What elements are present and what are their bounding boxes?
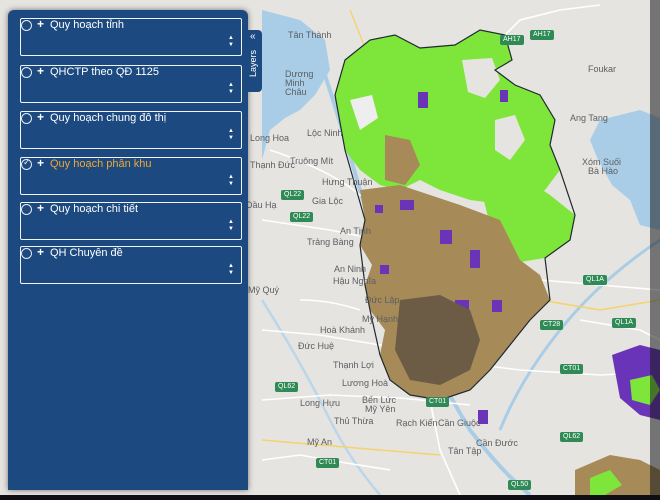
road-badge: QL62: [275, 382, 299, 392]
map-label: Ang Tang: [570, 113, 608, 123]
map-label: Hoà Khánh: [320, 325, 366, 335]
map-label: Foukar: [588, 64, 617, 74]
opacity-stepper[interactable]: ▲ ▼: [227, 174, 235, 190]
map-label: Lộc Ninh: [307, 128, 343, 138]
stepper-up-icon[interactable]: ▲: [227, 82, 235, 89]
layer-label: Quy hoạch chi tiết: [50, 203, 139, 215]
road-badge: QL62: [560, 432, 584, 442]
map-label: Long Hoa: [250, 133, 290, 143]
map-label: Tân Thành: [288, 30, 332, 40]
map-label: Truông Mít: [290, 156, 334, 166]
map-label: Đức Lập: [365, 295, 400, 305]
expand-plus-icon[interactable]: +: [37, 245, 44, 259]
opacity-stepper[interactable]: ▲ ▼: [227, 128, 235, 144]
road-badge: QL22: [290, 212, 314, 222]
map-label: Thủ Thừa: [334, 416, 374, 426]
stepper-down-icon[interactable]: ▼: [227, 181, 235, 188]
stepper-down-icon[interactable]: ▼: [227, 89, 235, 96]
map-label: Cần Đước: [476, 438, 518, 448]
map-label: An Tịnh: [340, 226, 371, 236]
map-label: Rạch Kiến: [396, 418, 438, 428]
map-label: An Ninh: [334, 264, 367, 274]
radio-unchecked-icon[interactable]: [21, 113, 32, 124]
layer-label: Quy hoạch phân khu: [50, 158, 152, 170]
opacity-stepper[interactable]: ▲ ▼: [227, 35, 235, 51]
road-badge: QL1A: [583, 275, 607, 285]
map-label: Hậu Nghĩa: [333, 276, 377, 286]
stepper-down-icon[interactable]: ▼: [227, 42, 235, 49]
map-label: Gia Lộc: [312, 196, 344, 206]
map-label: Mỹ Hạnh: [362, 314, 399, 324]
stepper-up-icon[interactable]: ▲: [227, 35, 235, 42]
expand-plus-icon[interactable]: +: [37, 156, 44, 170]
map-label: Bà Hào: [588, 166, 619, 176]
road-badge: CT01: [316, 458, 340, 468]
radio-unchecked-icon[interactable]: [21, 204, 32, 215]
road-badge: CT01: [560, 364, 584, 374]
layer-row-quy-hoach-chi-tiet[interactable]: + Quy hoạch chi tiết ▲ ▼: [20, 201, 242, 240]
layer-row-qh-chuyen-de[interactable]: + QH Chuyên đề ▲ ▼: [20, 245, 242, 284]
map-label: Hưng Thuận: [322, 177, 373, 187]
stepper-down-icon[interactable]: ▼: [227, 135, 235, 142]
layer-label: QH Chuyên đề: [50, 247, 123, 259]
layer-label: Quy hoạch chung đô thị: [50, 112, 167, 124]
radio-unchecked-icon[interactable]: [21, 67, 32, 78]
road-badge: CT01: [426, 397, 450, 407]
stepper-up-icon[interactable]: ▲: [227, 219, 235, 226]
map-label: Mỹ An: [307, 437, 333, 447]
map-label: Đức Huệ: [298, 341, 335, 351]
map-label: Mỹ Quý: [248, 285, 280, 295]
layers-tab[interactable]: « Layers: [248, 30, 262, 92]
layers-tab-label: Layers: [248, 50, 258, 78]
map-label: Thạnh Lợi: [333, 360, 374, 370]
layer-label: QHCTP theo QĐ 1125: [50, 66, 160, 78]
road-badge: CT28: [540, 320, 564, 330]
map-label: Dầu Hạ: [246, 200, 277, 210]
stepper-down-icon[interactable]: ▼: [227, 270, 235, 277]
expand-plus-icon[interactable]: +: [37, 110, 44, 124]
collapse-chevron-icon[interactable]: «: [250, 32, 256, 42]
road-badge: QL1A: [612, 318, 636, 328]
opacity-stepper[interactable]: ▲ ▼: [227, 263, 235, 279]
road-badge: AH17: [500, 35, 524, 45]
road-badge: AH17: [530, 30, 554, 40]
radio-checked-icon[interactable]: [21, 157, 32, 170]
opacity-stepper[interactable]: ▲ ▼: [227, 82, 235, 98]
map-label: Cần Giuộc: [438, 418, 481, 428]
road-badge: QL50: [508, 480, 532, 490]
layer-row-qhctp[interactable]: + QHCTP theo QĐ 1125 ▲ ▼: [20, 64, 242, 103]
radio-unchecked-icon[interactable]: [21, 20, 32, 31]
layer-row-quy-hoach-chung[interactable]: + Quy hoạch chung đô thị ▲ ▼: [20, 110, 242, 149]
map-label: Thạnh Đức: [250, 160, 296, 170]
map-label: Mỹ Yên: [365, 404, 396, 414]
map-label: Dương Minh Châu: [285, 69, 314, 97]
radio-unchecked-icon[interactable]: [21, 248, 32, 259]
expand-plus-icon[interactable]: +: [37, 17, 44, 31]
layer-row-quy-hoach-phan-khu[interactable]: + Quy hoạch phân khu ▲ ▼: [20, 156, 242, 195]
opacity-stepper[interactable]: ▲ ▼: [227, 219, 235, 235]
layer-label: Quy hoạch tỉnh: [50, 19, 124, 31]
expand-plus-icon[interactable]: +: [37, 201, 44, 215]
screen-edge: [650, 0, 660, 495]
layer-row-quy-hoach-tinh[interactable]: + Quy hoạch tỉnh ▲ ▼: [20, 17, 242, 56]
map-label: Long Hựu: [300, 398, 341, 408]
road-badge: QL22: [281, 190, 305, 200]
expand-plus-icon[interactable]: +: [37, 64, 44, 78]
map-label: Lương Hoà: [342, 378, 388, 388]
stepper-up-icon[interactable]: ▲: [227, 128, 235, 135]
stepper-down-icon[interactable]: ▼: [227, 226, 235, 233]
map-label: Trảng Bàng: [307, 237, 354, 247]
stepper-up-icon[interactable]: ▲: [227, 174, 235, 181]
layers-panel: + Quy hoạch tỉnh ▲ ▼ + QHCTP theo QĐ 112…: [8, 10, 248, 490]
stepper-up-icon[interactable]: ▲: [227, 263, 235, 270]
